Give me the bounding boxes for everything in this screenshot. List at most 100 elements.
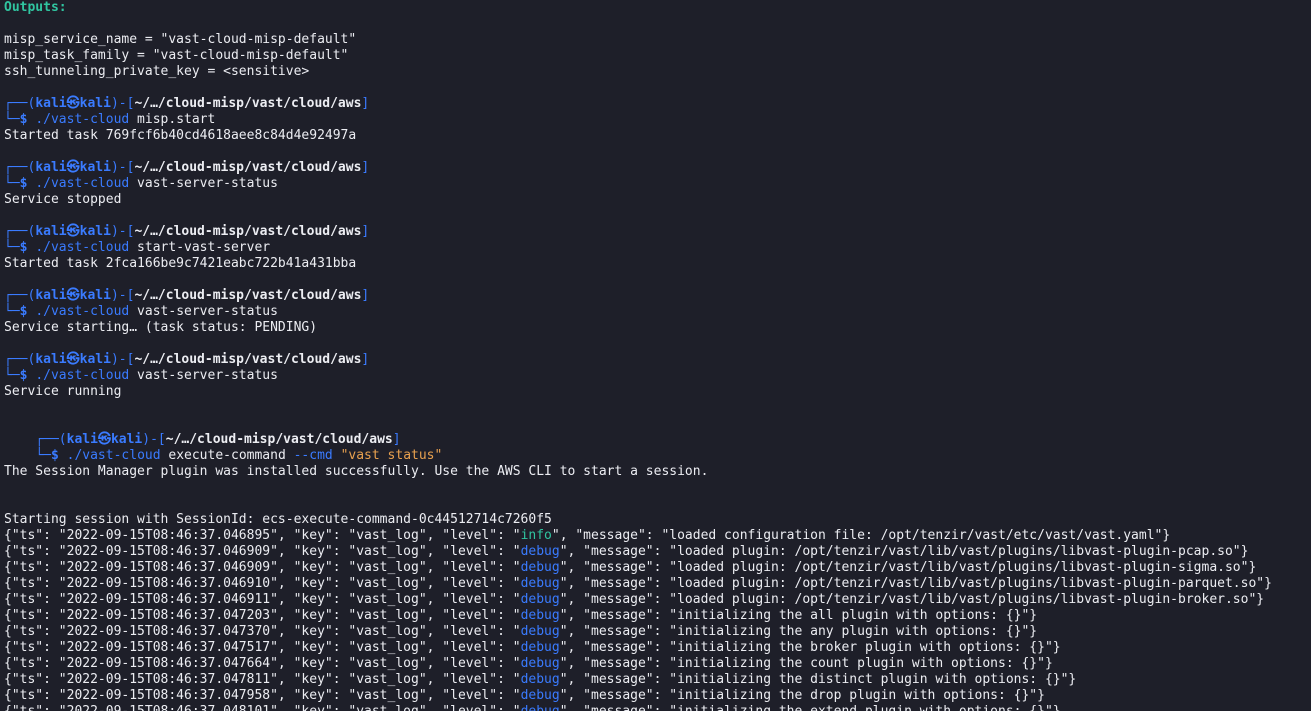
prompt-frame: )-[ xyxy=(110,160,135,175)
log-message: ", "message": "loaded plugin: /opt/tenzi… xyxy=(559,592,1265,607)
prompt-frame: ] xyxy=(361,160,370,175)
prompt-path: ~/…/cloud-misp/vast/cloud/aws xyxy=(134,288,362,303)
log-prefix: {"ts": "2022-09-15T08:46:37.046910", "ke… xyxy=(4,576,521,591)
command-line[interactable]: └─$ ./vast-cloud start-vast-server xyxy=(4,240,1311,256)
log-level: debug xyxy=(520,624,560,639)
log-prefix: {"ts": "2022-09-15T08:46:37.047958", "ke… xyxy=(4,688,521,703)
prompt-host: kali xyxy=(79,352,111,367)
prompt-symbol: $ xyxy=(19,368,36,383)
log-line: {"ts": "2022-09-15T08:46:37.047664", "ke… xyxy=(4,656,1311,672)
prompt-host: kali xyxy=(110,432,143,447)
prompt-frame: )-[ xyxy=(142,432,166,447)
prompt-header: ┌──(kali㉿kali)-[~/…/cloud-misp/vast/clou… xyxy=(4,352,1311,368)
command-output: Started task 769fcf6b40cd4618aee8c84d4e9… xyxy=(4,128,357,143)
log-prefix: {"ts": "2022-09-15T08:46:37.048101", "ke… xyxy=(4,704,521,711)
prompt-header: ┌──(kali㉿kali)-[~/…/cloud-misp/vast/clou… xyxy=(4,96,1311,112)
command-args: vast-server-status xyxy=(129,176,278,191)
prompt-path: ~/…/cloud-misp/vast/cloud/aws xyxy=(165,432,393,447)
prompt-frame: )-[ xyxy=(110,224,135,239)
log-message: ", "message": "initializing the extend p… xyxy=(560,704,1061,711)
command-executable: ./vast-cloud xyxy=(35,240,130,255)
command-args: vast-server-status xyxy=(129,368,278,383)
log-message: ", "message": "loaded plugin: /opt/tenzi… xyxy=(559,576,1272,591)
log-line: {"ts": "2022-09-15T08:46:37.047958", "ke… xyxy=(4,688,1311,704)
command-line[interactable]: └─$ ./vast-cloud vast-server-status xyxy=(4,304,1311,320)
prompt-frame: ┌──( xyxy=(4,160,36,175)
terminal-window[interactable]: Outputs: misp_service_name = "vast-cloud… xyxy=(0,0,1311,711)
prompt-user: kali xyxy=(35,224,67,239)
log-message: ", "message": "initializing the all plug… xyxy=(559,608,1038,623)
at-icon: ㉿ xyxy=(66,160,80,175)
command-executable: ./vast-cloud xyxy=(35,368,130,383)
command-args: start-vast-server xyxy=(129,240,271,255)
starting-session-line: Starting session with SessionId: ecs-exe… xyxy=(4,512,552,527)
session-manager-message: The Session Manager plugin was installed… xyxy=(4,464,709,479)
log-line: {"ts": "2022-09-15T08:46:37.046895", "ke… xyxy=(4,528,1311,544)
command-executable: ./vast-cloud xyxy=(35,176,130,191)
command-executable: ./vast-cloud xyxy=(66,448,161,463)
prompt-header: ┌──(kali㉿kali)-[~/…/cloud-misp/vast/clou… xyxy=(4,160,1311,176)
log-line: {"ts": "2022-09-15T08:46:37.047203", "ke… xyxy=(4,608,1311,624)
prompt-frame: )-[ xyxy=(110,288,135,303)
log-line: {"ts": "2022-09-15T08:46:37.046909", "ke… xyxy=(4,544,1311,560)
prompt-host: kali xyxy=(79,224,111,239)
log-level: debug xyxy=(520,608,560,623)
outputs-heading-line: Outputs: xyxy=(4,0,1311,16)
command-line[interactable]: └─$ ./vast-cloud vast-server-status xyxy=(4,368,1311,384)
output-line: ssh_tunneling_private_key = <sensitive> xyxy=(4,64,310,79)
prompt-frame: └─ xyxy=(4,240,20,255)
log-prefix: {"ts": "2022-09-15T08:46:37.046911", "ke… xyxy=(4,592,521,607)
command-args: vast-server-status xyxy=(129,304,278,319)
prompt-symbol: $ xyxy=(19,304,36,319)
log-level: debug xyxy=(520,576,560,591)
log-prefix: {"ts": "2022-09-15T08:46:37.046909", "ke… xyxy=(4,560,521,575)
command-history: ┌──(kali㉿kali)-[~/…/cloud-misp/vast/clou… xyxy=(4,80,1311,400)
prompt-path: ~/…/cloud-misp/vast/cloud/aws xyxy=(134,160,362,175)
log-line: {"ts": "2022-09-15T08:46:37.047811", "ke… xyxy=(4,672,1311,688)
log-prefix: {"ts": "2022-09-15T08:46:37.047203", "ke… xyxy=(4,608,521,623)
prompt-user: kali xyxy=(35,96,67,111)
prompt-frame: └─ xyxy=(4,176,20,191)
log-message: ", "message": "initializing the broker p… xyxy=(559,640,1061,655)
prompt-frame: ┌──( xyxy=(4,96,36,111)
at-icon: ㉿ xyxy=(66,352,80,367)
prompt-header: ┌──(kali㉿kali)-[~/…/cloud-misp/vast/clou… xyxy=(4,224,1311,240)
log-level: debug xyxy=(521,704,560,711)
log-message: ", "message": "initializing the distinct… xyxy=(559,672,1077,687)
command-line[interactable]: └─$ ./vast-cloud misp.start xyxy=(4,112,1311,128)
prompt-frame: ] xyxy=(361,352,370,367)
log-level: debug xyxy=(520,688,560,703)
prompt-frame: ┌──( xyxy=(4,352,36,367)
prompt-path: ~/…/cloud-misp/vast/cloud/aws xyxy=(134,224,362,239)
command-flag: --cmd xyxy=(293,448,333,463)
prompt-user: kali xyxy=(35,160,67,175)
prompt-header: ┌──(kali㉿kali)-[~/…/cloud-misp/vast/clou… xyxy=(4,416,1311,447)
prompt-frame: ┌──( xyxy=(4,288,36,303)
log-prefix: {"ts": "2022-09-15T08:46:37.047517", "ke… xyxy=(4,640,521,655)
prompt-symbol: $ xyxy=(19,112,36,127)
prompt-frame: └─ xyxy=(4,304,20,319)
command-line[interactable]: └─$ ./vast-cloud vast-server-status xyxy=(4,176,1311,192)
prompt-frame: ] xyxy=(392,432,401,447)
log-prefix: {"ts": "2022-09-15T08:46:37.047811", "ke… xyxy=(4,672,521,687)
log-line: {"ts": "2022-09-15T08:46:37.046909", "ke… xyxy=(4,560,1311,576)
command-output: Service running xyxy=(4,384,122,399)
log-line: {"ts": "2022-09-15T08:46:37.046910", "ke… xyxy=(4,576,1311,592)
log-prefix: {"ts": "2022-09-15T08:46:37.047664", "ke… xyxy=(4,656,521,671)
prompt-frame: └─ xyxy=(35,448,51,463)
log-level: debug xyxy=(520,672,560,687)
log-prefix: {"ts": "2022-09-15T08:46:37.047370", "ke… xyxy=(4,624,521,639)
at-icon: ㉿ xyxy=(66,288,80,303)
log-message: ", "message": "loaded plugin: /opt/tenzi… xyxy=(559,544,1249,559)
log-line: {"ts": "2022-09-15T08:46:37.048101", "ke… xyxy=(4,704,1311,711)
output-line: misp_service_name = "vast-cloud-misp-def… xyxy=(4,32,357,47)
prompt-user: kali xyxy=(35,352,67,367)
prompt-symbol: $ xyxy=(50,448,67,463)
